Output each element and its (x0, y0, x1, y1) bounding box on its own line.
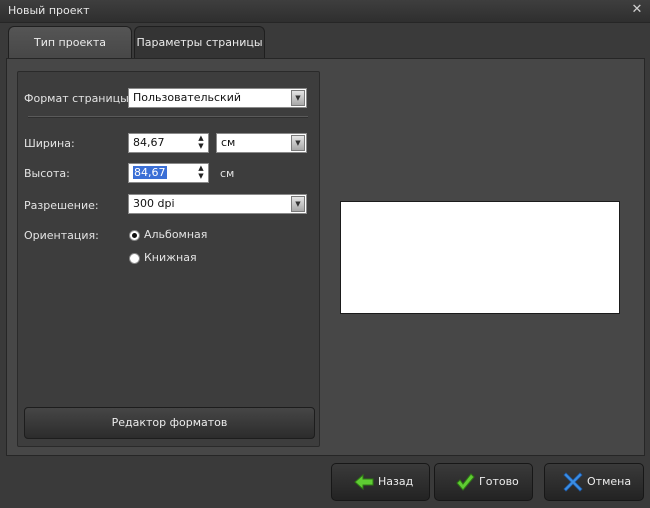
page-preview (340, 201, 620, 314)
tab-page-settings[interactable]: Параметры страницы (134, 26, 265, 59)
page-format-select[interactable]: Пользовательский ▼ (128, 88, 307, 108)
cancel-button[interactable]: Отмена (544, 463, 644, 501)
spinner-arrows-icon[interactable]: ▲ ▼ (196, 134, 206, 152)
tab-content-panel: Формат страницы: Пользовательский ▼ Шири… (6, 58, 645, 456)
height-label: Высота: (24, 167, 70, 180)
height-value: 84,67 (133, 166, 167, 179)
done-button[interactable]: Готово (434, 463, 533, 501)
radio-landscape[interactable] (129, 230, 140, 241)
width-value: 84,67 (133, 136, 165, 149)
landscape-label[interactable]: Альбомная (144, 228, 207, 241)
width-spinbox[interactable]: 84,67 ▲ ▼ (128, 133, 209, 153)
separator (28, 116, 308, 118)
tab-project-type[interactable]: Тип проекта (8, 26, 132, 59)
back-label: Назад (378, 475, 414, 488)
resolution-label: Разрешение: (24, 199, 99, 212)
spinner-arrows-icon[interactable]: ▲ ▼ (196, 164, 206, 182)
orientation-label: Ориентация: (24, 229, 99, 242)
width-label: Ширина: (24, 137, 75, 150)
back-button[interactable]: Назад (331, 463, 430, 501)
page-format-label: Формат страницы: (24, 92, 133, 105)
portrait-label[interactable]: Книжная (144, 251, 197, 264)
page-settings-panel: Формат страницы: Пользовательский ▼ Шири… (17, 71, 320, 447)
formats-editor-button[interactable]: Редактор форматов (24, 407, 315, 439)
resolution-value: 300 dpi (133, 197, 175, 210)
height-spinbox[interactable]: 84,67 ▲ ▼ (128, 163, 209, 183)
chevron-down-icon[interactable]: ▼ (291, 135, 305, 151)
radio-portrait[interactable] (129, 253, 140, 264)
done-label: Готово (479, 475, 519, 488)
chevron-down-icon[interactable]: ▼ (291, 196, 305, 212)
cancel-label: Отмена (587, 475, 632, 488)
height-unit-label: см (220, 167, 235, 180)
close-icon[interactable]: ✕ (630, 2, 644, 18)
arrow-left-icon (354, 473, 374, 491)
checkmark-icon (456, 473, 475, 491)
unit-select[interactable]: см ▼ (216, 133, 307, 153)
title-bar: Новый проект ✕ (0, 0, 650, 23)
chevron-down-icon[interactable]: ▼ (291, 90, 305, 106)
cross-icon (563, 472, 583, 492)
resolution-select[interactable]: 300 dpi ▼ (128, 194, 307, 214)
window-title: Новый проект (8, 4, 90, 17)
unit-value: см (221, 136, 236, 149)
page-format-value: Пользовательский (133, 91, 241, 104)
